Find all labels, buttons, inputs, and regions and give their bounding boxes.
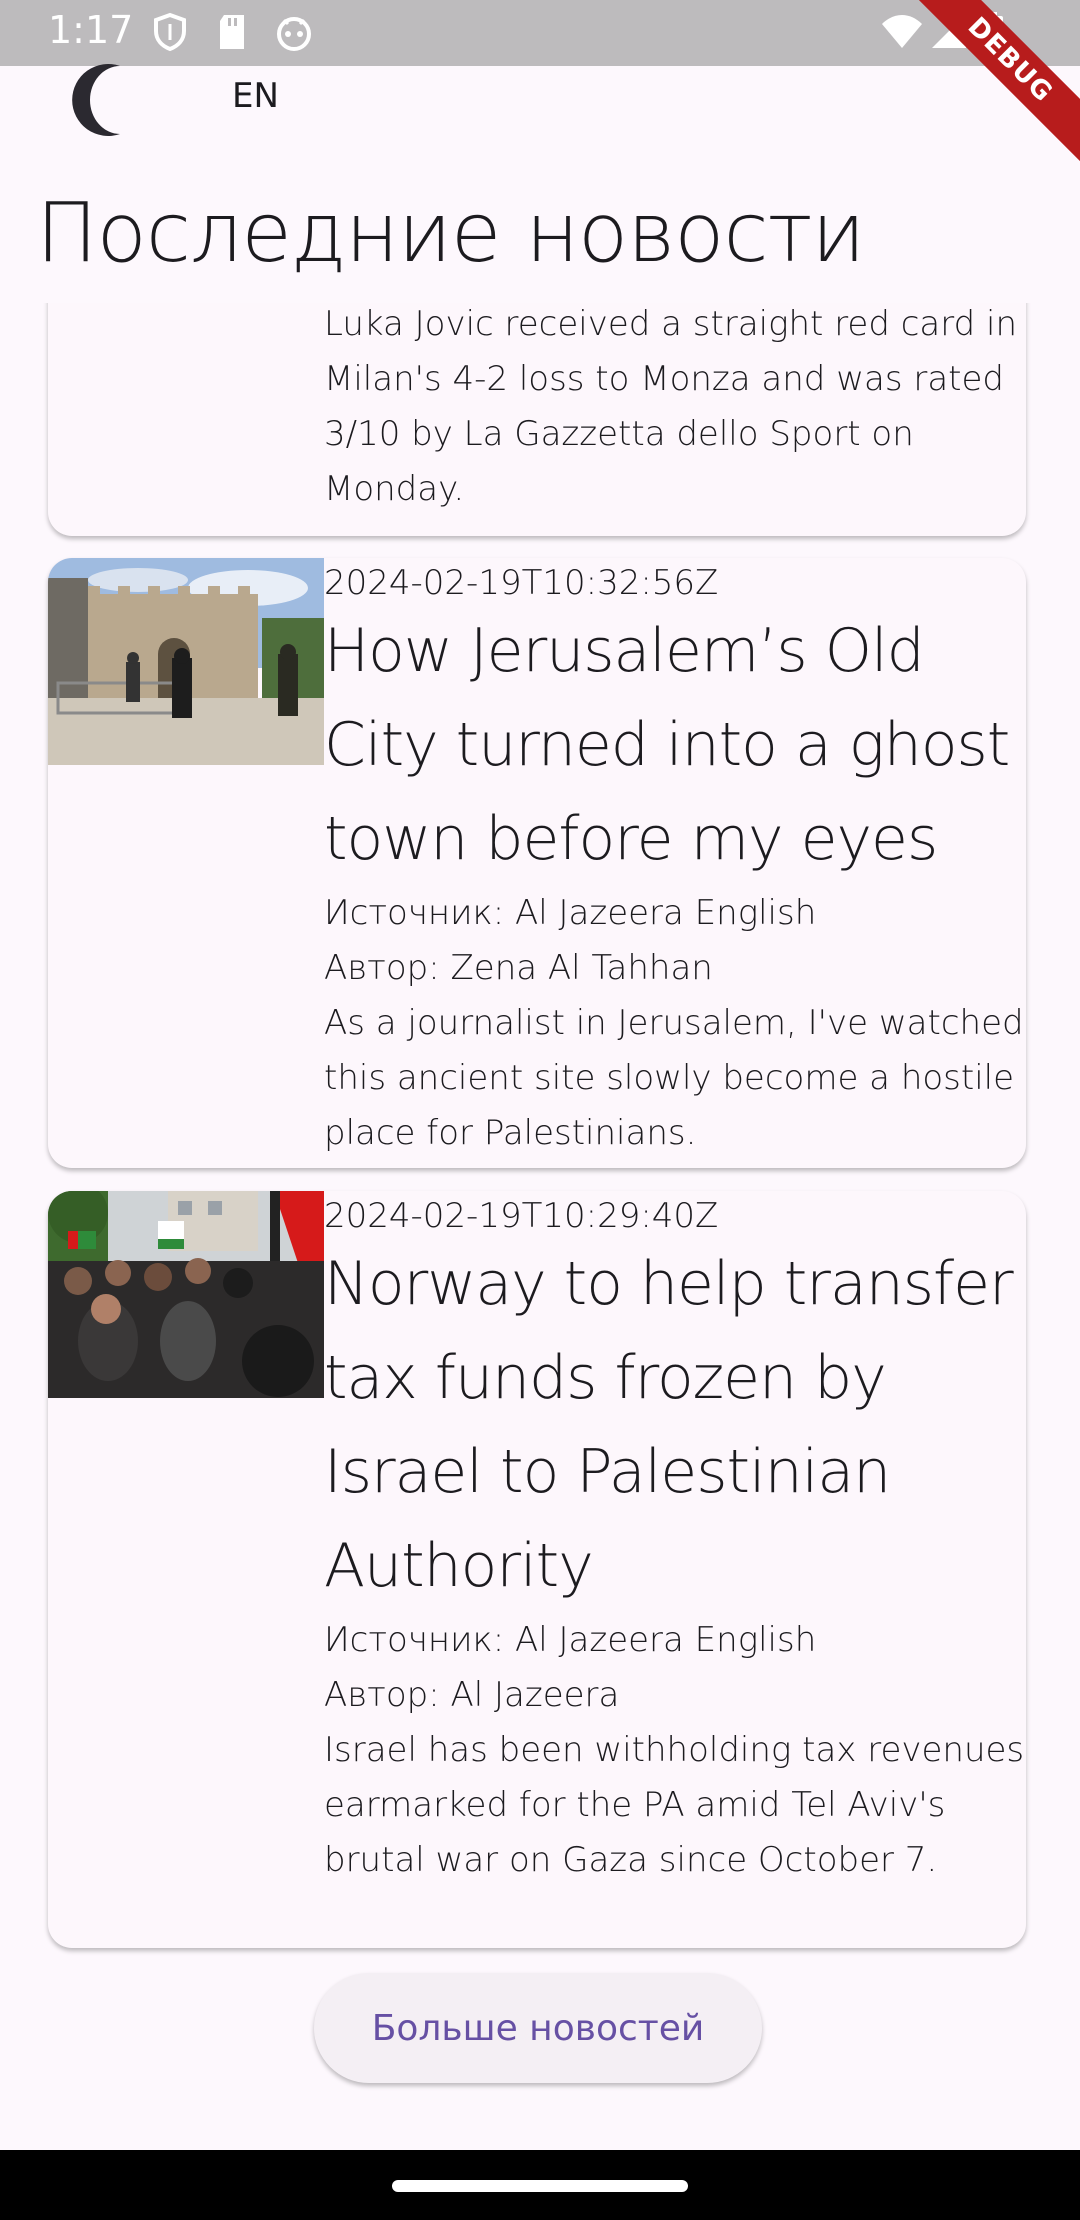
- language-switch[interactable]: EN: [232, 76, 279, 116]
- article-description: As a journalist in Jerusalem, I've watch…: [324, 1003, 1024, 1153]
- more-news-button[interactable]: Больше новостей: [314, 1973, 762, 2083]
- article-author: Автор: Al Jazeera: [324, 1675, 620, 1715]
- status-time: 1:17: [48, 8, 134, 52]
- status-bar: 1:17: [0, 0, 1080, 66]
- app-screen: 1:17 DEBUG EN Последние новости Luka Jov…: [0, 0, 1080, 2220]
- news-card[interactable]: 2024-02-19T10:32:56Z How Jerusalem’s Old…: [48, 558, 1026, 1168]
- article-source: Источник: Al Jazeera English: [324, 893, 817, 933]
- page-title: Последние новости: [36, 186, 866, 281]
- article-author: Автор: Zena Al Tahhan: [324, 948, 713, 988]
- wifi-icon: [880, 12, 924, 56]
- moon-icon[interactable]: [70, 62, 130, 138]
- article-image: [48, 1191, 324, 1398]
- navigation-bar: [0, 2150, 1080, 2220]
- article-description: Luka Jovic received a straight red card …: [324, 304, 1018, 509]
- article-image: [48, 558, 324, 765]
- article-description: Israel has been withholding tax revenues…: [324, 1730, 1025, 1880]
- article-title: How Jerusalem’s Old City turned into a g…: [324, 616, 1010, 874]
- news-card[interactable]: 2024-02-19T10:29:40Z Norway to help tran…: [48, 1191, 1026, 1948]
- shield-icon: [152, 12, 188, 56]
- android-face-icon: [274, 12, 314, 56]
- article-title: Norway to help transfer tax funds frozen…: [324, 1249, 1014, 1601]
- news-card[interactable]: Luka Jovic received a straight red card …: [48, 303, 1026, 536]
- news-list[interactable]: Luka Jovic received a straight red card …: [0, 303, 1080, 2150]
- article-date: 2024-02-19T10:29:40Z: [324, 1196, 719, 1236]
- home-indicator[interactable]: [392, 2180, 688, 2192]
- sd-card-icon: [216, 12, 248, 56]
- article-date: 2024-02-19T10:32:56Z: [324, 563, 719, 603]
- article-source: Источник: Al Jazeera English: [324, 1620, 817, 1660]
